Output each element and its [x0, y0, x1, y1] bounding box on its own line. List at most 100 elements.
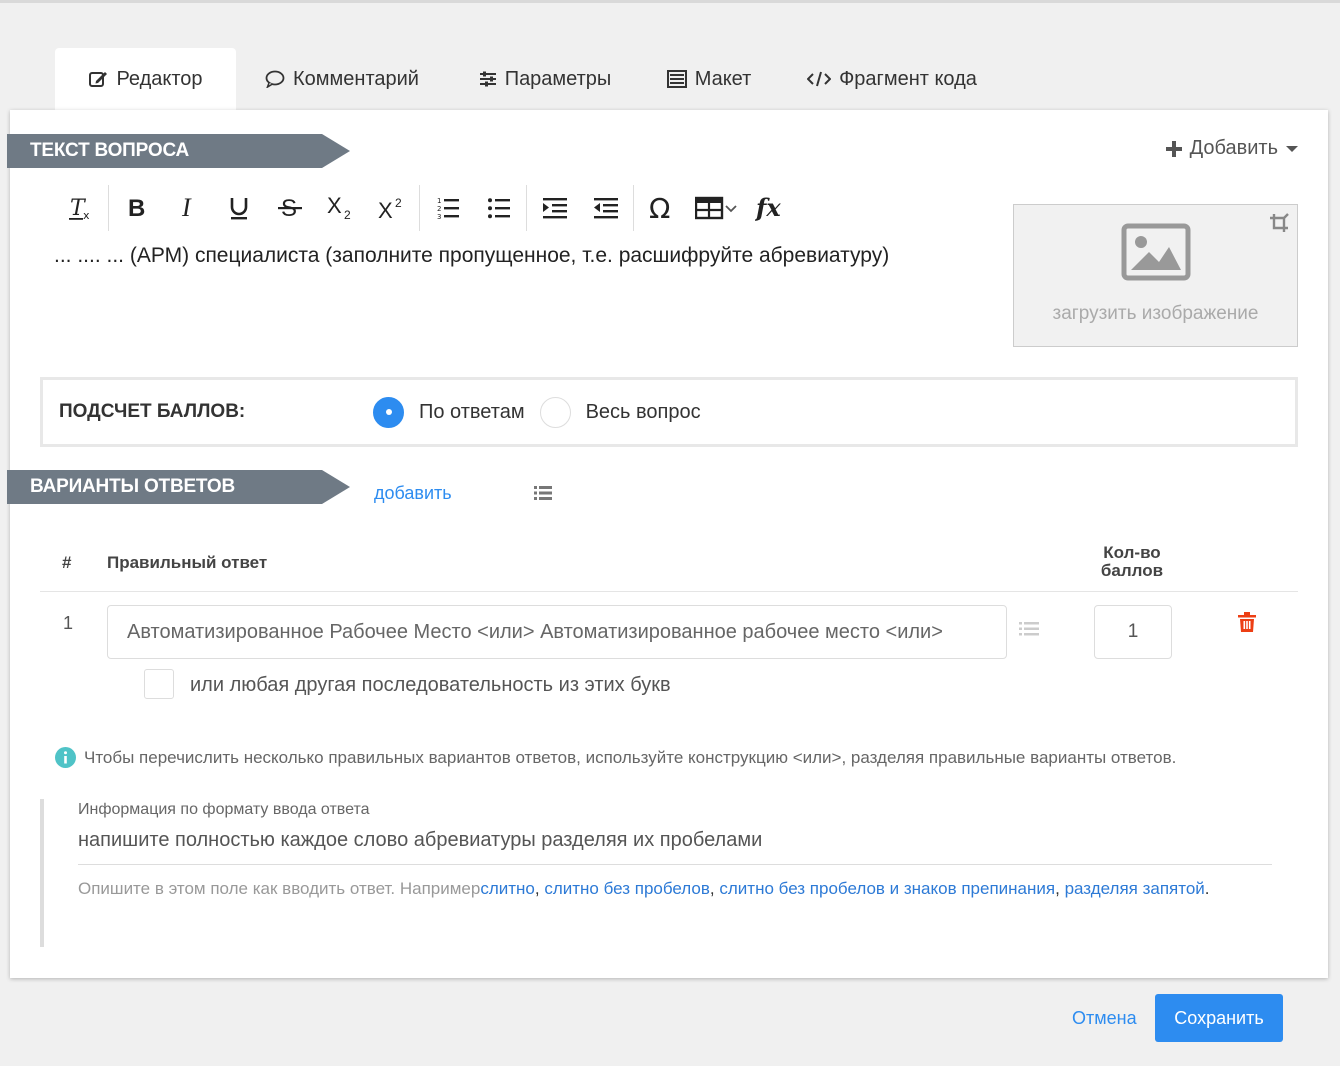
strikethrough-icon: S	[277, 195, 302, 221]
crop-icon[interactable]	[1269, 213, 1289, 233]
italic-button[interactable]: I	[162, 186, 213, 230]
svg-text:1: 1	[437, 197, 441, 205]
upload-image-label: загрузить изображение	[1052, 303, 1259, 324]
outdent-button[interactable]	[580, 186, 631, 230]
superscript-icon: X2	[378, 196, 402, 221]
tab-label: Редактор	[116, 67, 203, 90]
table-icon	[695, 196, 737, 220]
ordered-list-icon: 123	[437, 197, 459, 220]
format-description: Опишите в этом поле как вводить ответ. Н…	[78, 879, 1210, 898]
bold-button[interactable]: B	[111, 186, 162, 230]
scoring-panel: ПОДСЧЕТ БАЛЛОВ: По ответам Весь вопрос	[40, 377, 1298, 447]
special-char-button[interactable]: Ω	[636, 186, 687, 230]
underline-button[interactable]	[213, 186, 264, 230]
tab-label: Макет	[694, 67, 752, 90]
toolbar-separator	[108, 185, 109, 231]
image-placeholder-icon	[1121, 223, 1190, 281]
format-example-link[interactable]: слитно без пробелов	[544, 879, 710, 898]
omega-icon: Ω	[649, 194, 670, 222]
upload-image-area[interactable]: загрузить изображение	[1013, 204, 1298, 347]
superscript-button[interactable]: X2	[366, 186, 417, 230]
correct-answer-input[interactable]: Автоматизированное Рабочее Место <или> А…	[107, 605, 1007, 659]
svg-text:3: 3	[437, 213, 441, 220]
scoring-radio-group: По ответам Весь вопрос	[373, 396, 716, 428]
svg-text:fx: fx	[755, 194, 781, 222]
question-text-section-title: ТЕКСТ ВОПРОСА	[7, 134, 350, 168]
rich-text-toolbar: Tx B I S X2 X2 123 Ω fx	[55, 185, 796, 231]
ribbon-notch	[292, 134, 320, 168]
add-answer-link[interactable]: добавить	[374, 483, 452, 504]
editor-tabs: Редактор Комментарий Параметры Макет Фра…	[55, 48, 1008, 110]
top-border	[0, 0, 1340, 3]
svg-text:X: X	[327, 195, 342, 218]
outdent-icon	[593, 198, 618, 219]
sliders-icon	[479, 71, 496, 87]
info-icon	[55, 747, 76, 768]
edit-icon	[89, 72, 108, 87]
svg-text:x: x	[83, 209, 90, 221]
tab-comment[interactable]: Комментарий	[236, 48, 448, 110]
toolbar-separator	[526, 185, 527, 231]
subscript-button[interactable]: X2	[315, 186, 366, 230]
answers-section-title: ВАРИАНТЫ ОТВЕТОВ	[7, 470, 350, 504]
tab-label: Параметры	[504, 67, 612, 90]
any-letter-sequence-label[interactable]: или любая другая последовательность из э…	[190, 674, 671, 697]
list-icon[interactable]	[1019, 622, 1039, 636]
svg-text:X: X	[378, 198, 393, 221]
tab-label: Фрагмент кода	[839, 67, 977, 90]
formula-button[interactable]: fx	[745, 186, 796, 230]
scoring-whole-question-radio[interactable]	[539, 396, 571, 428]
table-button[interactable]	[687, 186, 745, 230]
tab-editor[interactable]: Редактор	[55, 48, 236, 110]
underline-icon	[230, 198, 247, 220]
table-header-divider	[40, 591, 1298, 592]
question-text[interactable]: ... .... ... (АРМ) специалиста (заполнит…	[54, 244, 889, 268]
tab-code-fragment[interactable]: Фрагмент кода	[776, 48, 1008, 110]
column-correct-answer: Правильный ответ	[107, 553, 268, 572]
format-input[interactable]: напишите полностью каждое слово абревиат…	[78, 829, 762, 852]
subscript-icon: X2	[327, 195, 351, 221]
format-caption: Информация по формату ввода ответа	[78, 801, 370, 818]
tab-parameters[interactable]: Параметры	[448, 48, 642, 110]
clear-format-icon: Tx	[68, 196, 90, 221]
format-example-link[interactable]: слитно без пробелов и знаков препинания	[719, 879, 1055, 898]
question-editor-card: ТЕКСТ ВОПРОСА Добавить Tx B I S X2 X2 1 …	[7, 110, 1328, 978]
toolbar-separator	[633, 185, 634, 231]
clear-format-button[interactable]: Tx	[55, 186, 106, 230]
answer-row-number: 1	[63, 613, 74, 633]
format-example-link[interactable]: разделяя запятой	[1065, 879, 1205, 898]
cancel-button[interactable]: Отмена	[1072, 1008, 1137, 1029]
answers-hint-text: Чтобы перечислить несколько правильных в…	[84, 747, 1177, 767]
add-dropdown[interactable]: Добавить	[1165, 137, 1298, 160]
save-button[interactable]: Сохранить	[1155, 994, 1283, 1042]
scoring-by-answers-label[interactable]: По ответам	[419, 401, 525, 424]
code-icon	[807, 71, 832, 87]
indent-button[interactable]	[529, 186, 580, 230]
any-letter-sequence-checkbox[interactable]	[144, 669, 174, 699]
svg-text:Ω: Ω	[649, 194, 670, 222]
points-input[interactable]: 1	[1094, 605, 1172, 659]
tab-label: Комментарий	[293, 67, 419, 90]
bullet-list-button[interactable]	[473, 186, 524, 230]
strikethrough-button[interactable]: S	[264, 186, 315, 230]
svg-text:2: 2	[395, 196, 402, 210]
comment-icon	[265, 70, 285, 88]
caret-down-icon	[1286, 145, 1298, 152]
answer-format-info: Информация по формату ввода ответа напиш…	[40, 799, 1272, 947]
ordered-list-button[interactable]: 123	[422, 186, 473, 230]
bold-icon: B	[128, 195, 145, 221]
list-icon[interactable]	[534, 486, 552, 500]
answers-hint: Чтобы перечислить несколько правильных в…	[55, 747, 1176, 768]
svg-text:B: B	[128, 195, 145, 221]
layout-icon	[666, 70, 687, 88]
svg-text:2: 2	[344, 208, 351, 221]
scoring-by-answers-radio[interactable]	[373, 396, 404, 428]
svg-text:I: I	[181, 195, 192, 221]
format-example-link[interactable]: слитно	[480, 879, 535, 898]
trash-icon[interactable]	[1238, 612, 1256, 632]
svg-text:2: 2	[437, 205, 441, 213]
scoring-whole-question-label[interactable]: Весь вопрос	[586, 401, 701, 424]
plus-icon	[1165, 140, 1182, 157]
tab-layout[interactable]: Макет	[642, 48, 776, 110]
toolbar-separator	[419, 185, 420, 231]
